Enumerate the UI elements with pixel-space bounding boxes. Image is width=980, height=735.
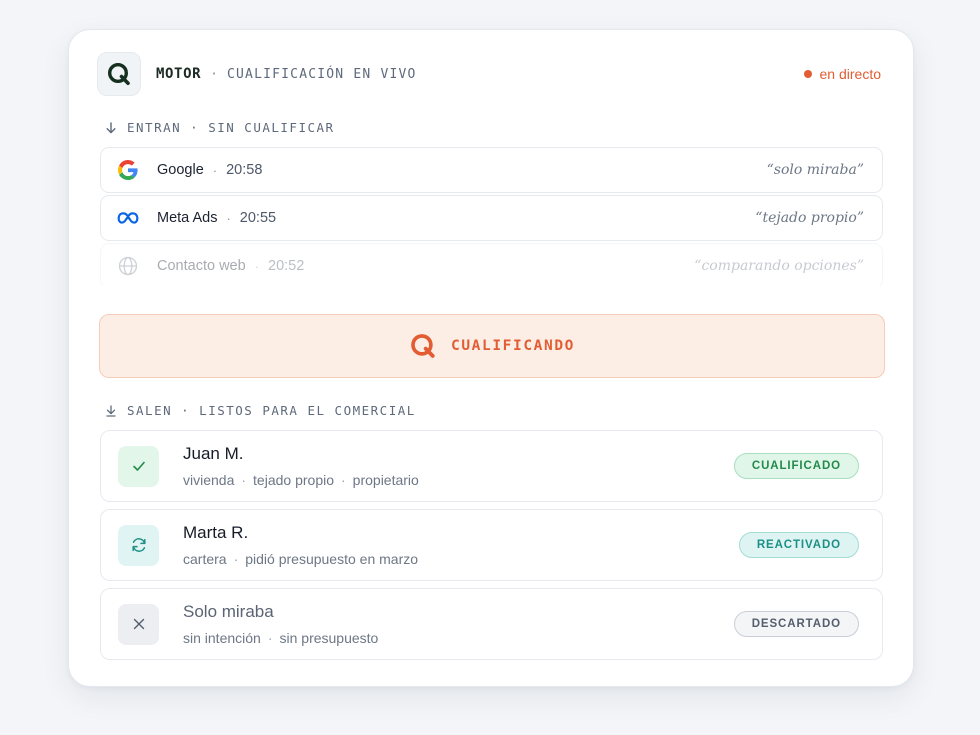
header-separator: · (210, 66, 218, 82)
outgoing-lead-row[interactable]: Marta R. cartera · pidió presupuesto en ma… (100, 509, 883, 581)
live-indicator: en directo (803, 66, 881, 82)
lead-name: Marta R. (183, 523, 249, 542)
outgoing-lead-row[interactable]: Solo miraba sin intención · sin presupuest… (100, 588, 883, 660)
check-icon (118, 445, 159, 487)
lead-meta: sin intención · sin presupuesto (183, 630, 379, 646)
arrow-down-tray-icon (105, 404, 119, 417)
close-icon (118, 603, 159, 645)
google-icon (117, 159, 139, 181)
incoming-lead-row[interactable]: Contacto web · 20:52 “comparando opcione… (100, 243, 883, 289)
status-badge: REACTIVADO (738, 532, 859, 558)
arrow-down-icon (105, 121, 119, 134)
q-logo-icon (97, 52, 141, 96)
live-dot-icon (803, 70, 812, 78)
lead-name: Juan M. (183, 444, 244, 463)
outgoing-section-label: SALEN · LISTOS PARA EL COMERCIAL (105, 403, 416, 418)
refresh-icon (118, 524, 159, 566)
meta-icon (117, 207, 139, 229)
incoming-lead-row[interactable]: Google · 20:58 “solo miraba” (100, 147, 883, 193)
incoming-lead-row[interactable]: Meta Ads · 20:55 “tejado propio” (100, 195, 883, 241)
status-badge: CUALIFICADO (733, 453, 859, 479)
card-header: MOTOR · CUALIFICACIÓN EN VIVO en directo (97, 52, 881, 96)
status-badge: DESCARTADO (733, 611, 859, 637)
brand-name: MOTOR (156, 66, 202, 82)
live-label: en directo (819, 66, 881, 82)
lead-meta: vivienda · tejado propio · propietario (183, 472, 419, 488)
incoming-section-label: ENTRAN · SIN CUALIFICAR (105, 120, 335, 135)
globe-icon (117, 255, 139, 277)
lead-meta: cartera · pidió presupuesto en marzo (183, 551, 419, 567)
lead-name: Solo miraba (183, 602, 274, 621)
q-logo-icon (409, 332, 437, 360)
qualifying-label: CUALIFICANDO (451, 338, 575, 354)
qualification-engine-card: MOTOR · CUALIFICACIÓN EN VIVO en directo… (68, 29, 914, 687)
qualifying-banner: CUALIFICANDO (99, 314, 885, 378)
lead-details: Marta R. cartera · pidió presupuesto en ma… (183, 523, 418, 567)
outgoing-lead-row[interactable]: Juan M. vivienda · tejado propio · propietar… (100, 430, 883, 502)
lead-details: Solo miraba sin intención · sin presupuest… (183, 602, 378, 646)
header-subtitle: CUALIFICACIÓN EN VIVO (226, 66, 417, 82)
lead-details: Juan M. vivienda · tejado propio · propietar… (183, 444, 419, 488)
